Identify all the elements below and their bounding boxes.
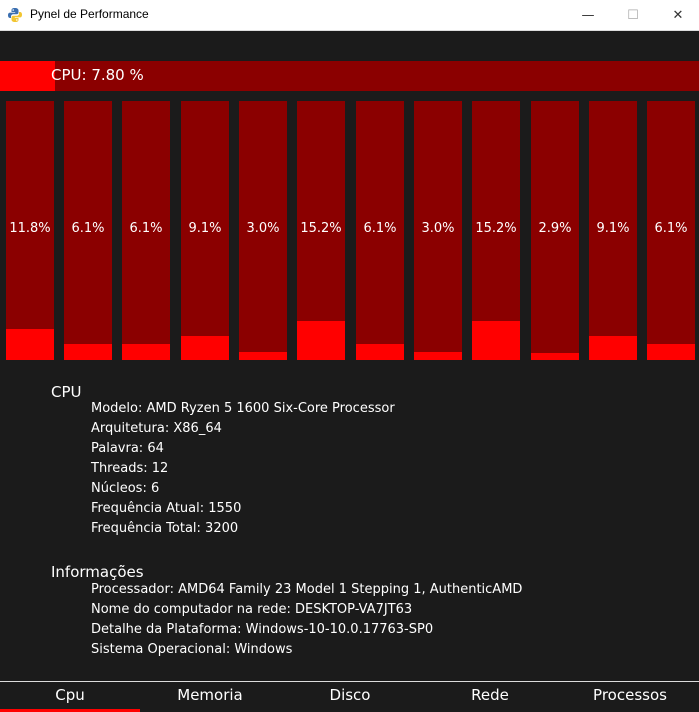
cpu-total-bar-fill [0,61,55,91]
tab-cpu[interactable]: Cpu [0,682,140,712]
maximize-button[interactable]: ☐ [610,0,656,31]
cpu-info-line: Arquitetura: X86_64 [91,421,222,436]
core-bar: 6.1% [122,101,170,360]
core-bar: 9.1% [589,101,637,360]
core-bar-fill [647,344,695,360]
tab-label: Processos [593,686,667,704]
cpu-total-bar: CPU: 7.80 % [0,61,699,91]
core-bar: 6.1% [64,101,112,360]
cpu-total-label: CPU: 7.80 % [51,66,144,84]
system-section-title: Informações [51,563,144,581]
tab-memoria[interactable]: Memoria [140,682,280,712]
core-bar-fill [64,344,112,360]
tab-rede[interactable]: Rede [420,682,560,712]
core-bar: 11.8% [6,101,54,360]
cpu-info-line: Threads: 12 [91,461,169,476]
tab-disco[interactable]: Disco [280,682,420,712]
window-title: Pynel de Performance [30,7,149,21]
core-bar: 3.0% [414,101,462,360]
core-bar: 15.2% [297,101,345,360]
core-bar-fill [472,320,520,360]
core-bar: 9.1% [181,101,229,360]
close-icon: ✕ [672,8,684,23]
python-icon [8,8,22,22]
core-bar-label: 9.1% [188,221,222,236]
cpu-info-line: Frequência Atual: 1550 [91,501,242,516]
system-info-line: Sistema Operacional: Windows [91,642,293,657]
core-bar-label: 6.1% [129,221,163,236]
core-bar-fill [122,344,170,360]
core-bar-label: 6.1% [363,221,397,236]
minimize-button[interactable]: — [565,0,611,31]
core-bar-label: 15.2% [300,221,342,236]
core-bar-fill [414,352,462,360]
core-bar-fill [589,336,637,360]
core-bar-fill [181,336,229,360]
tab-label: Cpu [55,686,85,704]
cpu-info-line: Núcleos: 6 [91,481,160,496]
core-bar-label: 3.0% [246,221,280,236]
core-bar-label: 9.1% [596,221,630,236]
core-bar-fill [531,352,579,360]
system-info-line: Processador: AMD64 Family 23 Model 1 Ste… [91,582,523,597]
cpu-section-title: CPU [51,383,82,401]
tab-processos[interactable]: Processos [560,682,699,712]
tab-bar: Cpu Memoria Disco Rede Processos [0,681,699,712]
core-bar-label: 2.9% [538,221,572,236]
core-bar: 6.1% [356,101,404,360]
cpu-info-line: Modelo: AMD Ryzen 5 1600 Six-Core Proces… [91,401,395,416]
title-bar: Pynel de Performance — ☐ ✕ [0,0,699,31]
main-content: CPU: 7.80 % 11.8% 6.1% 6.1% 9.1% 3.0% 15.2% 6.… [0,31,699,712]
core-bar-fill [239,352,287,360]
core-bar-fill [6,329,54,360]
cpu-info-line: Frequência Total: 3200 [91,521,239,536]
core-bar-label: 6.1% [71,221,105,236]
core-bar: 2.9% [531,101,579,360]
cpu-info-line: Palavra: 64 [91,441,164,456]
core-bar-label: 15.2% [475,221,517,236]
core-bar: 15.2% [472,101,520,360]
system-info-line: Detalhe da Plataforma: Windows-10-10.0.1… [91,622,434,637]
core-bar-fill [297,320,345,360]
core-bar-fill [356,344,404,360]
core-bar-label: 11.8% [9,221,51,236]
maximize-icon: ☐ [627,8,639,23]
minimize-icon: — [581,8,595,23]
close-button[interactable]: ✕ [655,0,699,31]
core-bar: 3.0% [239,101,287,360]
core-bar-label: 3.0% [421,221,455,236]
core-bar: 6.1% [647,101,695,360]
tab-label: Rede [471,686,509,704]
core-bar-label: 6.1% [654,221,688,236]
tab-label: Memoria [177,686,243,704]
tab-label: Disco [329,686,371,704]
system-info-line: Nome do computador na rede: DESKTOP-VA7J… [91,602,413,617]
